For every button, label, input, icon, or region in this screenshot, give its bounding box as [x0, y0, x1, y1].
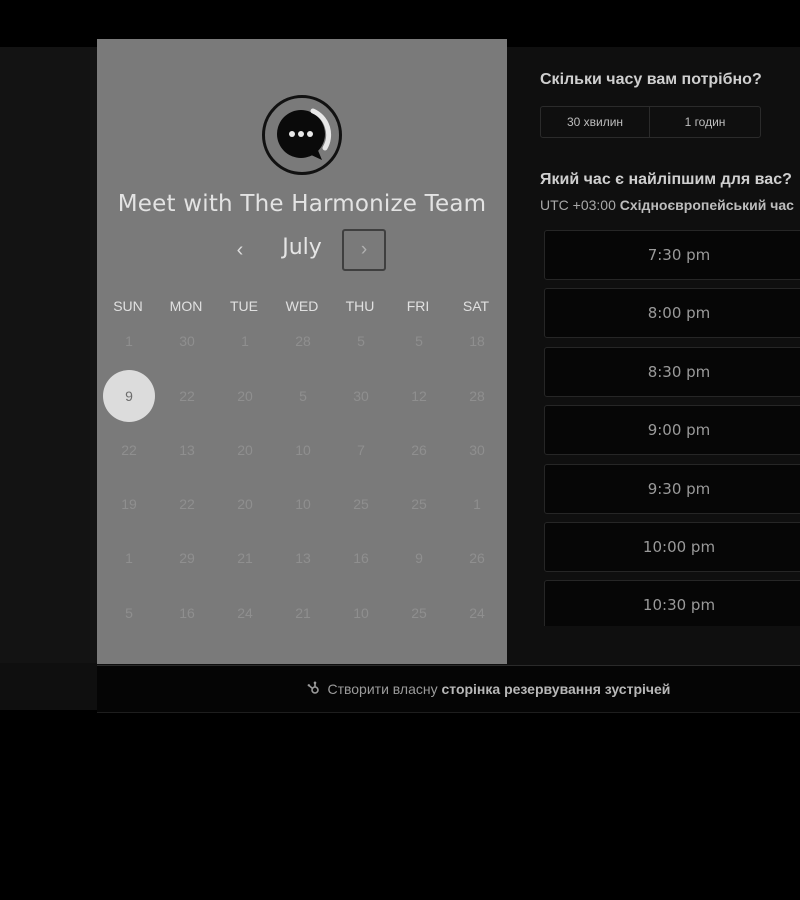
weekday-thu: THU	[345, 298, 375, 314]
time-heading: Який час є найліпшим для вас?	[540, 171, 792, 188]
timezone-name[interactable]: Східноєвропейський час	[620, 197, 794, 213]
calendar-day[interactable]: 19	[103, 478, 155, 530]
calendar-day[interactable]: 1	[219, 315, 271, 367]
calendar-day[interactable]: 30	[451, 424, 503, 476]
calendar-day[interactable]: 18	[451, 315, 503, 367]
weekday-wed: WED	[285, 298, 319, 314]
calendar-day[interactable]: 16	[335, 532, 387, 584]
calendar-day[interactable]: 13	[277, 532, 329, 584]
calendar-day[interactable]: 22	[161, 478, 213, 530]
calendar-panel: Meet with The Harmonize Team ‹ July › SU…	[97, 39, 507, 664]
calendar-day[interactable]: 1	[103, 315, 155, 367]
calendar-day[interactable]: 20	[219, 424, 271, 476]
meeting-title: Meet with The Harmonize Team	[117, 191, 487, 217]
calendar-day[interactable]: 20	[219, 478, 271, 530]
duration-1-hour-button[interactable]: 1 годин	[649, 106, 761, 138]
calendar-day[interactable]: 26	[451, 532, 503, 584]
calendar-day[interactable]: 30	[335, 370, 387, 422]
time-slot[interactable]: 8:00 pm	[544, 288, 800, 338]
calendar-day[interactable]: 1	[103, 532, 155, 584]
calendar-day[interactable]: 28	[451, 370, 503, 422]
weekday-sat: SAT	[462, 298, 490, 314]
calendar-day-selected[interactable]: 9	[103, 370, 155, 422]
time-slot[interactable]: 7:30 pm	[544, 230, 800, 280]
calendar-day[interactable]: 16	[161, 587, 213, 639]
calendar-day[interactable]: 13	[161, 424, 213, 476]
calendar-day[interactable]: 21	[277, 587, 329, 639]
weekday-sun: SUN	[113, 298, 143, 314]
timezone-label: UTC +03:00 Східноєвропейський час	[540, 197, 794, 213]
calendar-day[interactable]: 5	[335, 315, 387, 367]
calendar-day[interactable]: 12	[393, 370, 445, 422]
calendar-day[interactable]: 26	[393, 424, 445, 476]
next-month-button[interactable]: ›	[342, 229, 386, 271]
calendar-day[interactable]: 5	[103, 587, 155, 639]
calendar-day[interactable]: 28	[277, 315, 329, 367]
calendar-day[interactable]: 7	[335, 424, 387, 476]
time-slot[interactable]: 10:00 pm	[544, 522, 800, 572]
calendar-day[interactable]: 10	[277, 478, 329, 530]
chat-bubble-logo-icon	[262, 95, 342, 175]
time-slot[interactable]: 8:30 pm	[544, 347, 800, 397]
calendar-day[interactable]: 29	[161, 532, 213, 584]
hubspot-sprocket-icon	[307, 667, 321, 713]
calendar-day[interactable]: 5	[277, 370, 329, 422]
duration-30-min-button[interactable]: 30 хвилин	[540, 106, 650, 138]
time-slot[interactable]: 9:00 pm	[544, 405, 800, 455]
calendar-day[interactable]: 10	[277, 424, 329, 476]
calendar-day[interactable]: 24	[451, 587, 503, 639]
calendar-day[interactable]: 25	[335, 478, 387, 530]
calendar-day[interactable]: 1	[451, 478, 503, 530]
time-slot[interactable]: 9:30 pm	[544, 464, 800, 514]
calendar-day[interactable]: 22	[103, 424, 155, 476]
footer-prefix: Створити власну	[327, 681, 438, 697]
time-slot[interactable]: 10:30 pm	[544, 580, 800, 626]
calendar-day[interactable]: 22	[161, 370, 213, 422]
prev-month-button[interactable]: ‹	[222, 230, 258, 270]
calendar-day[interactable]: 21	[219, 532, 271, 584]
calendar-day[interactable]: 9	[393, 532, 445, 584]
time-slot-list[interactable]: 7:30 pm 8:00 pm 8:30 pm 9:00 pm 9:30 pm …	[540, 230, 800, 626]
month-label: July	[282, 235, 322, 260]
weekday-tue: TUE	[230, 298, 258, 314]
calendar-day[interactable]: 24	[219, 587, 271, 639]
duration-heading: Скільки часу вам потрібно?	[540, 71, 762, 88]
calendar-day[interactable]: 10	[335, 587, 387, 639]
weekday-mon: MON	[169, 298, 203, 314]
calendar-day[interactable]: 25	[393, 587, 445, 639]
calendar-day[interactable]: 25	[393, 478, 445, 530]
chevron-right-icon: ›	[360, 239, 368, 260]
calendar-day[interactable]: 20	[219, 370, 271, 422]
chevron-left-icon: ‹	[236, 239, 244, 261]
left-strip	[0, 47, 97, 663]
calendar-day[interactable]: 30	[161, 315, 213, 367]
footer-bar: Створити власну сторінка резервування зу…	[97, 665, 800, 713]
timezone-offset: UTC +03:00	[540, 197, 616, 213]
weekday-fri: FRI	[406, 298, 430, 314]
footer-link[interactable]: сторінка резервування зустрічей	[441, 681, 670, 697]
calendar-day[interactable]: 5	[393, 315, 445, 367]
